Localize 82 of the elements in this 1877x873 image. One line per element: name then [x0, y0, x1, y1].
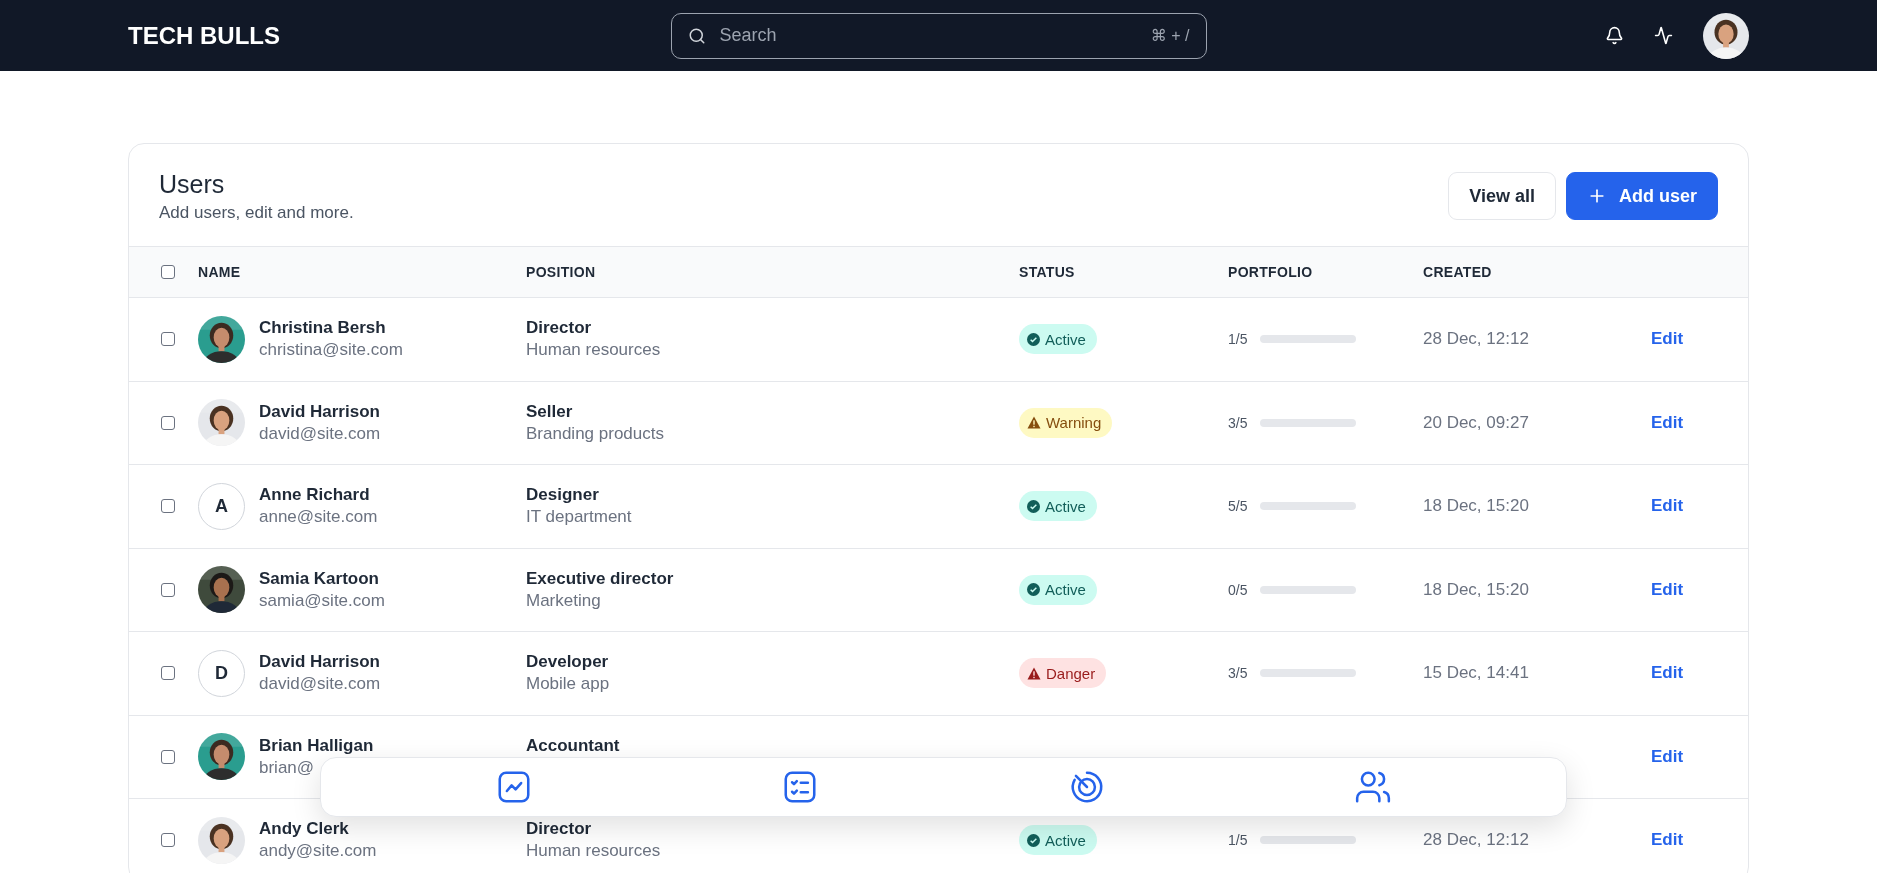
- created-date: 28 Dec, 12:12: [1423, 329, 1529, 349]
- edit-link[interactable]: Edit: [1651, 329, 1684, 350]
- status-badge: Active: [1019, 491, 1097, 522]
- portfolio-count: 5/5: [1228, 498, 1248, 515]
- row-checkbox[interactable]: [161, 833, 175, 848]
- column-header: STATUS: [1019, 264, 1076, 280]
- position-title: Director: [526, 819, 593, 840]
- created-date: 20 Dec, 09:27: [1423, 412, 1529, 432]
- department: Human resources: [526, 841, 662, 862]
- portfolio-count: 1/5: [1228, 832, 1248, 849]
- position-title: Executive director: [526, 568, 675, 589]
- user-name: Christina Bersh: [259, 318, 387, 339]
- created-date: 28 Dec, 12:12: [1423, 830, 1529, 850]
- user-email: christina@site.com: [259, 340, 403, 361]
- status-badge: Warning: [1019, 407, 1113, 438]
- status-badge: Active: [1019, 825, 1097, 856]
- edit-link[interactable]: Edit: [1651, 746, 1684, 767]
- user-name: David Harrison: [259, 401, 381, 422]
- portfolio-count: 3/5: [1228, 414, 1248, 431]
- created-date: 15 Dec, 14:41: [1423, 663, 1529, 683]
- department: Marketing: [526, 590, 602, 611]
- edit-link[interactable]: Edit: [1651, 496, 1684, 517]
- select-all-checkbox[interactable]: [161, 265, 175, 279]
- position-title: Developer: [526, 652, 610, 673]
- activity-button[interactable]: [1654, 26, 1673, 45]
- user-email: andy@site.com: [259, 841, 377, 862]
- search-field[interactable]: Search ⌘ + /: [670, 12, 1207, 59]
- column-header: PORTFOLIO: [1228, 264, 1314, 280]
- position-title: Accountant: [526, 735, 621, 756]
- card-title: Users: [159, 169, 226, 199]
- user-name: Brian Halligan: [259, 735, 374, 756]
- row-checkbox[interactable]: [161, 582, 175, 597]
- portfolio-count: 3/5: [1228, 665, 1248, 682]
- user-email: brian@: [259, 757, 316, 778]
- view-all-button[interactable]: View all: [1448, 172, 1556, 220]
- department: IT department: [526, 507, 633, 528]
- row-checkbox[interactable]: [161, 666, 175, 681]
- user-name: Anne Richard: [259, 485, 371, 506]
- edit-link[interactable]: Edit: [1651, 412, 1684, 433]
- edit-link[interactable]: Edit: [1651, 579, 1684, 600]
- check-circle-icon: [1027, 332, 1040, 346]
- warning-icon: [1027, 666, 1041, 680]
- card-subtitle: Add users, edit and more.: [159, 202, 354, 223]
- position-title: Director: [526, 318, 593, 339]
- position-title: Seller: [526, 401, 574, 422]
- department: Branding products: [526, 423, 665, 444]
- edit-link[interactable]: Edit: [1651, 663, 1684, 684]
- status-badge: Danger: [1019, 658, 1107, 689]
- row-checkbox[interactable]: [161, 332, 175, 347]
- user-email: anne@site.com: [259, 507, 378, 528]
- row-checkbox[interactable]: [161, 499, 175, 514]
- logo: TECH BULLS: [128, 21, 281, 50]
- user-name: Andy Clerk: [259, 819, 350, 840]
- user-email: david@site.com: [259, 423, 381, 444]
- search-icon: [687, 26, 706, 45]
- user-email: samia@site.com: [259, 590, 385, 611]
- column-header: POSITION: [526, 264, 597, 280]
- column-header: NAME: [198, 264, 242, 280]
- row-checkbox[interactable]: [161, 749, 175, 764]
- created-date: 18 Dec, 15:20: [1423, 579, 1529, 599]
- portfolio-count: 1/5: [1228, 331, 1248, 348]
- warning-icon: [1027, 416, 1041, 430]
- created-date: 18 Dec, 15:20: [1423, 496, 1529, 516]
- portfolio-count: 0/5: [1228, 581, 1248, 598]
- shortcut-hint: ⌘ + /: [1150, 26, 1190, 45]
- user-name: Samia Kartoon: [259, 568, 380, 589]
- search-input[interactable]: Search: [717, 24, 1139, 47]
- row-checkbox[interactable]: [161, 415, 175, 430]
- user-name: David Harrison: [259, 652, 381, 673]
- check-circle-icon: [1027, 583, 1040, 597]
- edit-link[interactable]: Edit: [1651, 830, 1684, 851]
- check-circle-icon: [1027, 499, 1040, 513]
- position-title: Designer: [526, 485, 600, 506]
- check-circle-icon: [1027, 833, 1040, 847]
- user-email: david@site.com: [259, 674, 381, 695]
- status-badge: Active: [1019, 324, 1097, 355]
- notifications-button[interactable]: [1605, 26, 1624, 45]
- status-badge: Active: [1019, 574, 1097, 605]
- column-header: CREATED: [1423, 264, 1493, 280]
- department: Mobile app: [526, 674, 611, 695]
- add-user-button[interactable]: Add user: [1566, 172, 1718, 220]
- department: Human resources: [526, 340, 662, 361]
